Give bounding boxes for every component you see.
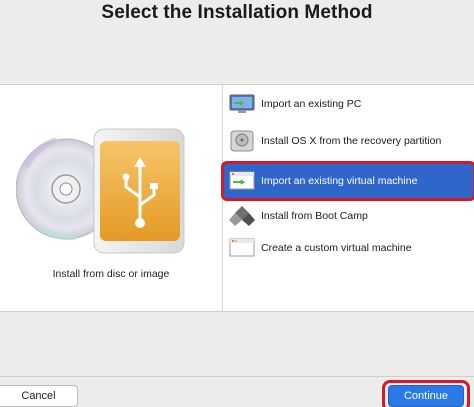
method-label: Install from Boot Camp <box>261 209 368 222</box>
method-import-vm[interactable]: Import an existing virtual machine <box>221 161 474 201</box>
method-label: Import an existing PC <box>261 97 362 110</box>
method-recovery-partition[interactable]: Install OS X from the recovery partition <box>223 121 474 161</box>
continue-button[interactable]: Continue <box>388 385 464 407</box>
dialog-title: Select the Installation Method <box>101 2 373 23</box>
method-import-pc[interactable]: Import an existing PC <box>223 87 474 121</box>
footer-divider <box>0 376 474 377</box>
cancel-button[interactable]: Cancel <box>0 385 78 407</box>
method-label: Install OS X from the recovery partition <box>261 134 442 147</box>
install-from-disc-option[interactable]: Install from disc or image <box>0 85 222 313</box>
dialog-footer: Cancel Continue <box>0 312 474 407</box>
continue-highlight-frame: Continue <box>382 380 470 407</box>
method-list: Import an existing PC Install OS X from … <box>221 85 474 313</box>
method-panel: Install from disc or image Import an exi… <box>0 84 474 313</box>
boot-camp-icon <box>229 206 255 226</box>
method-boot-camp[interactable]: Install from Boot Camp <box>223 199 474 233</box>
disc-and-usb-drive-icon <box>16 128 185 254</box>
custom-vm-icon <box>229 238 255 257</box>
vm-import-icon <box>229 171 255 190</box>
pc-migration-icon <box>229 94 255 113</box>
method-custom-vm[interactable]: Create a custom virtual machine <box>223 231 474 265</box>
installation-dialog: Select the Installation Method Install f… <box>0 0 474 407</box>
method-label: Create a custom virtual machine <box>261 241 412 254</box>
install-from-disc-label: Install from disc or image <box>52 268 170 280</box>
method-label: Import an existing virtual machine <box>261 174 418 187</box>
hard-disk-icon <box>230 130 254 152</box>
